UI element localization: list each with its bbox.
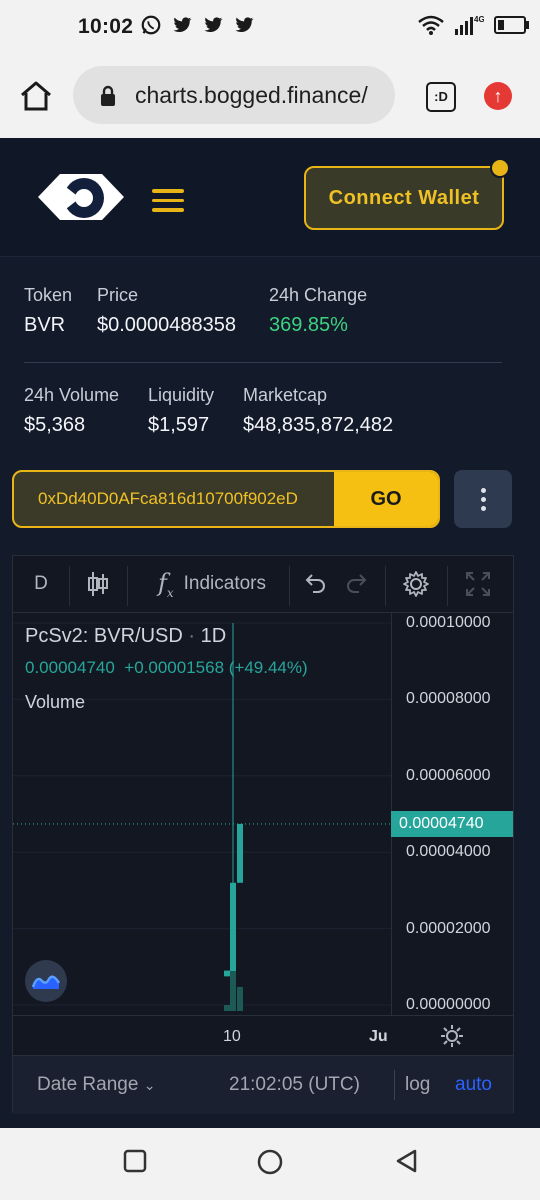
volume-label: 24h Volume [24,385,120,405]
browser-toolbar: charts.bogged.finance/ :D ↑ [0,52,540,138]
menu-icon[interactable] [152,189,184,218]
notification-dot [490,158,510,178]
change-value: 369.85% [269,314,348,336]
system-icons: 4G [418,14,529,36]
price-value: $0.0000488358 [97,314,237,336]
chart-legend: PcSv2: BVR/USD · 1D 0.00004740 +0.000015… [25,625,308,713]
price-tick: 0.00008000 [406,690,491,708]
price-label: Price [97,285,139,305]
auto-scale-button[interactable]: auto [455,1074,492,1096]
volume-bar [237,987,243,1011]
price-tick: 0.00004000 [406,843,491,861]
notification-icons [140,14,255,36]
liquidity-label: Liquidity [148,385,215,405]
change-value: +0.00001568 (+49.44%) [124,658,308,677]
tab-switcher-button[interactable]: :D [426,82,456,112]
date-range-label: Date Range [37,1074,139,1095]
twitter-icon [235,17,254,32]
info-divider [24,362,502,363]
chart-widget: D fx Indicators PcSv2: BVR/USD · 1D 0.00… [12,555,514,1114]
signal-icon: 4G [455,15,484,35]
update-icon[interactable]: ↑ [484,82,512,110]
price-tick: 0.00002000 [406,919,491,937]
chevron-down-icon: ⌄ [143,1077,156,1093]
token-value: BVR [24,314,66,336]
status-bar: 10:02 4G [0,0,540,52]
price-tick: 0.00000000 [406,996,491,1013]
change-stat: 24h Change 369.85% [269,285,367,337]
redo-icon[interactable] [339,556,375,612]
volume-bar [230,971,236,1011]
undo-icon[interactable] [297,556,333,612]
price-stat: Price $0.0000488358 [97,285,236,337]
log-scale-button[interactable]: log [405,1074,430,1096]
bogged-logo[interactable] [36,162,126,232]
candle-body [237,823,243,883]
marketcap-value: $48,835,872,482 [243,414,394,436]
last-value: 0.00004740 [25,658,115,677]
back-icon[interactable] [394,1148,420,1174]
url-text: charts.bogged.finance/ [135,82,368,108]
indicators-button[interactable]: fx Indicators [137,556,287,612]
fullscreen-icon[interactable] [453,556,503,612]
last-price-tag: 0.00004740 [391,810,513,837]
android-nav-bar [0,1128,540,1200]
date-range-button[interactable]: Date Range ⌄ [37,1074,155,1096]
function-icon: fx [157,568,174,600]
twitter-icon [204,17,223,32]
utc-time: 21:02:05 (UTC) [229,1074,360,1095]
volume-value: $5,368 [24,414,86,436]
twitter-icon [173,17,192,32]
time-tick-ju: Ju [369,1028,388,1045]
time-tick-10: 10 [223,1028,241,1045]
price-tick: 0.00010000 [406,614,491,631]
token-address-input[interactable] [14,472,336,526]
recent-apps-icon[interactable] [122,1148,148,1174]
interval-button[interactable]: D [13,556,69,612]
legend-values: 0.00004740 +0.00001568 (+49.44%) [25,658,308,678]
address-bar[interactable]: charts.bogged.finance/ [73,66,395,124]
go-button[interactable]: GO [334,472,438,526]
network-type: 4G [474,15,484,24]
candles-icon[interactable] [70,556,126,612]
wifi-icon [418,15,444,35]
candle-body [224,970,230,977]
liquidity-value: $1,597 [148,414,210,436]
status-time: 10:02 [78,15,134,38]
indicators-label: Indicators [183,573,267,594]
symbol-name: PcSv2: BVR/USD [25,625,183,647]
chart-toolbar: D fx Indicators [13,556,513,613]
connect-wallet-button[interactable]: Connect Wallet [304,166,504,230]
home-nav-icon[interactable] [256,1148,284,1176]
marketcap-label: Marketcap [243,385,328,405]
marketcap-stat: Marketcap $48,835,872,482 [243,385,393,437]
token-label: Token [24,285,73,305]
token-stat: Token BVR [24,285,72,337]
chart-bottom-bar: Date Range ⌄ 21:02:05 (UTC) log auto [13,1055,513,1114]
more-options-button[interactable] [454,470,512,528]
whatsapp-icon [141,15,161,35]
legend-symbol: PcSv2: BVR/USD · 1D [25,625,227,647]
timezone-settings-icon[interactable] [440,1024,464,1048]
app-header: Connect Wallet [0,138,540,257]
volume-legend: Volume [25,692,86,712]
time-axis[interactable]: 10 Ju [13,1015,513,1056]
price-tick: 0.00006000 [406,766,491,784]
liquidity-stat: Liquidity $1,597 [148,385,214,437]
gear-icon[interactable] [391,556,441,612]
tradingview-logo[interactable] [25,960,67,1002]
battery-icon [494,16,529,34]
change-label: 24h Change [269,285,368,305]
volume-stat: 24h Volume $5,368 [24,385,119,437]
token-address-box: GO [12,470,440,528]
symbol-interval: 1D [200,625,227,647]
lock-icon [101,85,115,106]
home-icon[interactable] [18,78,54,114]
volume-bar [224,1005,230,1011]
chart-plot-area[interactable]: PcSv2: BVR/USD · 1D 0.00004740 +0.000015… [13,613,391,1015]
